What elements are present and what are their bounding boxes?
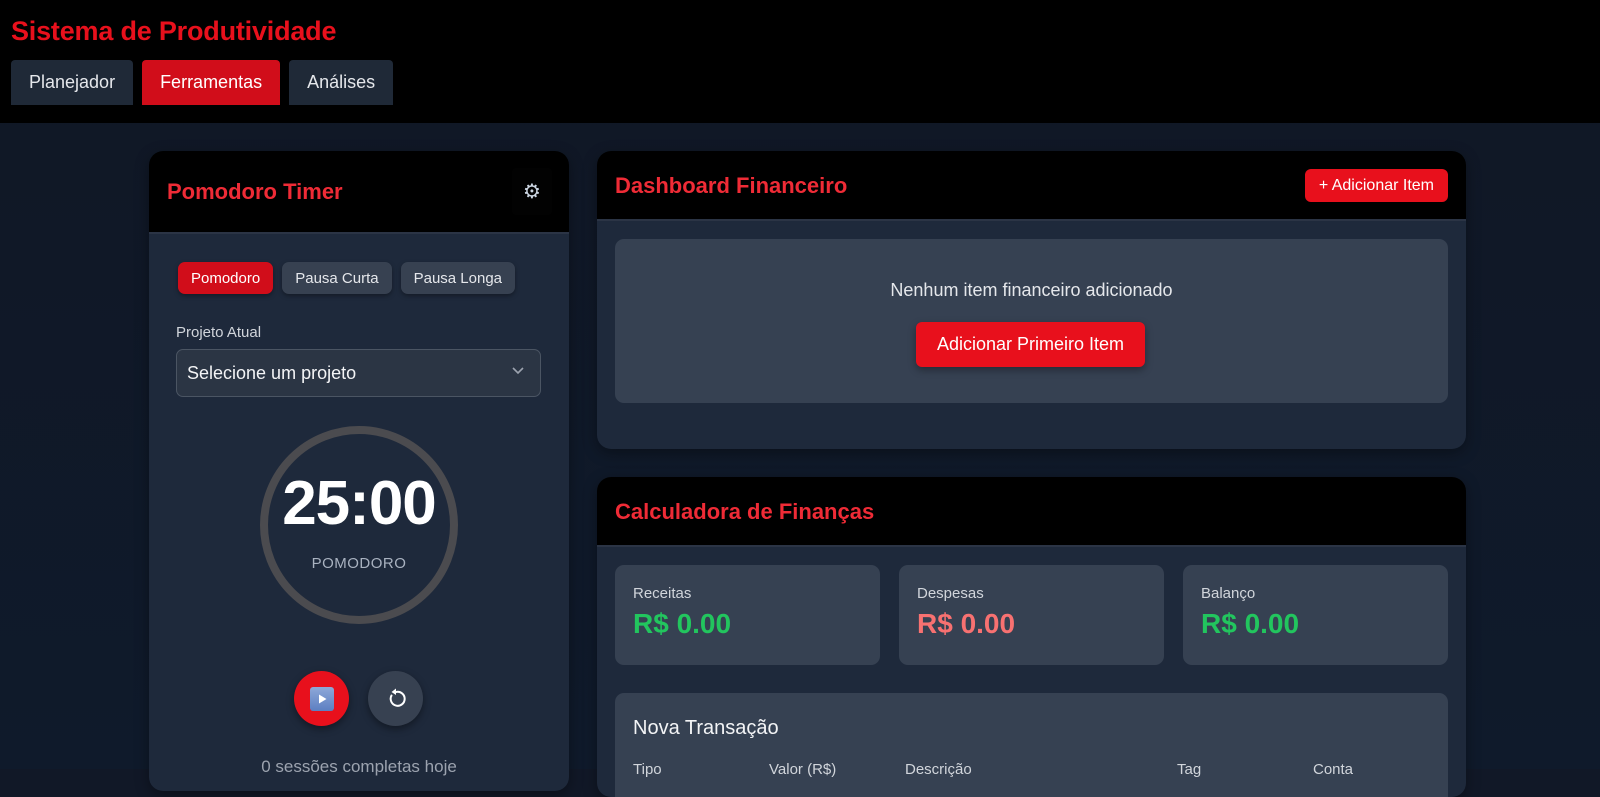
tab-planejador[interactable]: Planejador	[11, 60, 134, 105]
chevron-down-icon	[512, 367, 524, 375]
account-column-label: Conta	[1313, 761, 1354, 778]
amount-column-label: Valor (R$)	[769, 761, 837, 778]
gear-icon: ⚙	[523, 181, 541, 203]
timer-mode-label: POMODORO	[311, 555, 407, 572]
new-transaction-title: Nova Transação	[633, 717, 779, 739]
project-label: Projeto Atual	[176, 324, 262, 341]
expense-label: Despesas	[917, 585, 984, 602]
play-button[interactable]	[294, 671, 349, 726]
app-title: Sistema de Produtividade	[11, 16, 337, 46]
income-stat: Receitas R$ 0.00	[615, 565, 880, 665]
balance-value: R$ 0.00	[1201, 608, 1300, 639]
pomodoro-card: Pomodoro Timer ⚙ Pomodoro Pausa Curta Pa…	[149, 151, 569, 791]
add-first-item-button[interactable]: Adicionar Primeiro Item	[916, 322, 1145, 367]
add-item-button[interactable]: + Adicionar Item	[1304, 169, 1448, 202]
type-column-label: Tipo	[633, 761, 662, 778]
pomodoro-title: Pomodoro Timer	[167, 179, 343, 204]
dashboard-title: Dashboard Financeiro	[615, 173, 848, 198]
mode-pomodoro-button[interactable]: Pomodoro	[178, 262, 274, 294]
tab-analises[interactable]: Análises	[289, 60, 394, 105]
top-header: Sistema de Produtividade Planejador Ferr…	[0, 0, 1600, 123]
settings-button[interactable]: ⚙	[512, 168, 552, 215]
calculator-title: Calculadora de Finanças	[615, 499, 875, 524]
timer-display: 25:00	[282, 469, 437, 538]
mode-selector: Pomodoro Pausa Curta Pausa Longa	[178, 262, 516, 294]
dashboard-header: Dashboard Financeiro + Adicionar Item	[597, 151, 1466, 221]
tag-column-label: Tag	[1177, 761, 1202, 778]
pomodoro-card-header: Pomodoro Timer ⚙	[149, 151, 569, 234]
mode-short-break-button[interactable]: Pausa Curta	[282, 262, 392, 294]
income-value: R$ 0.00	[633, 608, 732, 639]
empty-state: Nenhum item financeiro adicionado Adicio…	[615, 239, 1448, 403]
finance-calculator-card: Calculadora de Finanças Receitas R$ 0.00…	[597, 477, 1466, 797]
tab-ferramentas[interactable]: Ferramentas	[142, 60, 281, 105]
main-tabs: Planejador Ferramentas Análises	[11, 60, 394, 105]
expense-value: R$ 0.00	[917, 608, 1016, 639]
play-icon	[309, 686, 334, 711]
mode-long-break-button[interactable]: Pausa Longa	[400, 262, 516, 294]
reset-button[interactable]	[368, 671, 423, 726]
financial-dashboard-card: Dashboard Financeiro + Adicionar Item Ne…	[597, 151, 1466, 449]
description-column-label: Descrição	[905, 761, 972, 778]
new-transaction-form: Nova Transação Tipo Valor (R$) Descrição…	[615, 693, 1448, 797]
project-select-value: Selecione um projeto	[187, 362, 357, 383]
project-select[interactable]: Selecione um projeto	[176, 349, 541, 397]
sessions-count: 0 sessões completas hoje	[261, 757, 457, 776]
balance-stat: Balanço R$ 0.00	[1183, 565, 1448, 665]
balance-label: Balanço	[1201, 585, 1256, 602]
calculator-header: Calculadora de Finanças	[597, 477, 1466, 547]
empty-state-text: Nenhum item financeiro adicionado	[890, 280, 1173, 300]
income-label: Receitas	[633, 585, 692, 602]
expense-stat: Despesas R$ 0.00	[899, 565, 1164, 665]
reset-icon	[389, 688, 406, 707]
